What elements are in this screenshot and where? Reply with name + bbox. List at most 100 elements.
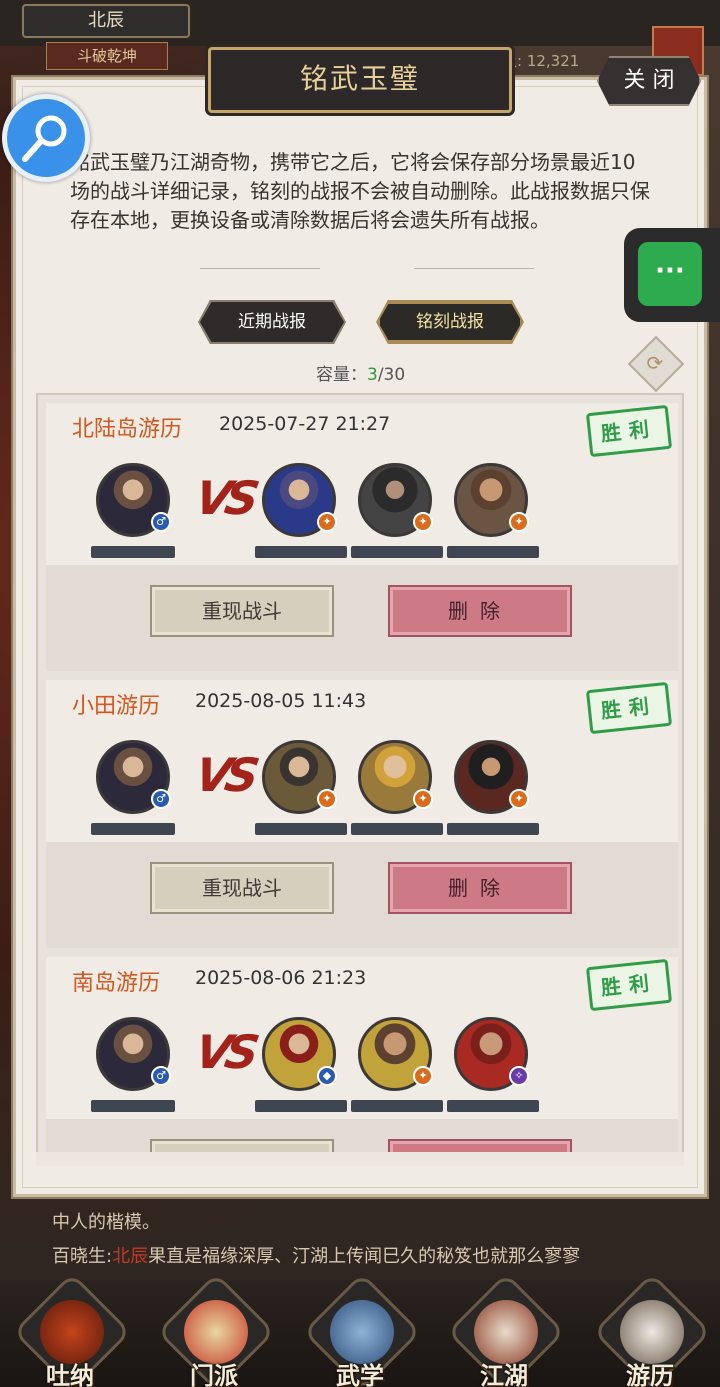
enemy-name-bar: [351, 1100, 443, 1112]
divider-right: [414, 268, 534, 274]
replay-battle-button[interactable]: 重现战斗: [150, 862, 334, 914]
record-location: 小田游历: [72, 694, 161, 719]
player-name-bar: [91, 546, 175, 558]
fire-icon: ✦: [317, 512, 337, 532]
tab-engraved-reports[interactable]: 铭刻战报: [378, 302, 522, 342]
nav-item-travel[interactable]: 游历: [592, 1272, 712, 1387]
enemy-name-bar: [255, 1100, 347, 1112]
more-button[interactable]: ···: [638, 242, 702, 306]
capacity-label: 容量：: [316, 365, 367, 385]
refresh-icon: ⟳: [646, 350, 664, 375]
fire-icon: ✦: [413, 512, 433, 532]
fire-icon: ✦: [413, 789, 433, 809]
male-icon: ♂: [151, 789, 171, 809]
story-line: 中人的楷模。: [52, 1212, 160, 1233]
enemy-avatar[interactable]: ✦: [358, 1017, 433, 1091]
fire-icon: ✦: [413, 1066, 433, 1086]
stat-readout: 土: 12,321: [502, 52, 580, 70]
enemy-name-bar: [255, 823, 347, 835]
enemy-name-bar: [447, 546, 539, 558]
enemy-avatar[interactable]: ✦: [358, 463, 433, 537]
enemy-avatar[interactable]: ✦: [358, 740, 433, 814]
dialog-description: 铭武玉璧乃江湖奇物，携带它之后，它将会保存部分场景最近10场的战斗详细记录，铭刻…: [70, 150, 650, 232]
sect-icon: [184, 1300, 248, 1364]
nav-label: 武学: [336, 1362, 384, 1387]
player-name-bar: [91, 1100, 175, 1112]
capacity-readout: 容量：3/30: [316, 360, 405, 385]
player-avatar[interactable]: ♂: [96, 1017, 171, 1091]
enemy-name-bar: [255, 546, 347, 558]
card-actions: [46, 842, 678, 948]
enemy-name-bar: [351, 546, 443, 558]
replay-battle-button[interactable]: 重现战斗: [150, 585, 334, 637]
fire-icon: ✦: [509, 512, 529, 532]
enemy-name-bar: [447, 1100, 539, 1112]
story-line: 百晓生:北辰果直是福缘深厚、汀湖上传闻巳久的秘笈也就那么寥寥: [52, 1242, 580, 1268]
record-datetime: 2025-07-27 21:27: [219, 413, 391, 435]
nav-item-sect[interactable]: 门派: [156, 1272, 276, 1387]
story-player-name: 北辰: [112, 1246, 149, 1267]
enemy-name-bar: [447, 823, 539, 835]
enemy-avatar[interactable]: ✦: [454, 740, 529, 814]
delete-record-button[interactable]: 删除: [388, 585, 572, 637]
nav-label: 门派: [190, 1362, 238, 1387]
story-speaker: 百晓生:: [52, 1246, 113, 1267]
player-title-plate: 斗破乾坤: [46, 42, 168, 70]
close-button[interactable]: 关 闭: [597, 56, 701, 106]
victory-stamp: 胜利: [585, 404, 673, 458]
martial-arts-icon: [330, 1300, 394, 1364]
player-name-plate: 北辰: [22, 4, 190, 38]
player-name-bar: [91, 823, 175, 835]
nav-label: 江湖: [480, 1362, 528, 1387]
nav-item-jianghu[interactable]: 江湖: [446, 1272, 566, 1387]
nav-item-martial-arts[interactable]: 武学: [302, 1272, 422, 1387]
enemy-avatar[interactable]: ◆: [262, 1017, 337, 1091]
player-avatar[interactable]: ♂: [96, 463, 171, 537]
battle-record-card: 南岛游历 2025-08-06 21:23 胜利 ♂ VS ◆ ✦ ✧ 重现战斗…: [46, 957, 678, 1157]
enemy-avatar[interactable]: ✧: [454, 1017, 529, 1091]
record-datetime: 2025-08-05 11:43: [195, 690, 367, 712]
battle-record-card: 北陆岛游历 2025-07-27 21:27 胜利 ♂ VS ✦ ✦ ✦ 重现战…: [46, 403, 678, 671]
male-icon: ♂: [151, 512, 171, 532]
enemy-avatar[interactable]: ✦: [454, 463, 529, 537]
battle-record-list[interactable]: 北陆岛游历 2025-07-27 21:27 胜利 ♂ VS ✦ ✦ ✦ 重现战…: [36, 393, 684, 1159]
victory-stamp: 胜利: [585, 958, 673, 1012]
card-actions: [46, 565, 678, 671]
delete-record-button[interactable]: 删除: [388, 862, 572, 914]
dialog-title-bar: 铭武玉璧: [208, 47, 512, 113]
capacity-used: 3: [367, 365, 378, 385]
record-datetime: 2025-08-06 21:23: [195, 967, 367, 989]
vs-emblem: VS: [191, 748, 258, 802]
enemy-name-bar: [351, 823, 443, 835]
vs-emblem: VS: [191, 471, 258, 525]
male-icon: ♂: [151, 1066, 171, 1086]
floating-search-button[interactable]: [2, 94, 90, 182]
list-bottom-edge: [36, 1152, 684, 1166]
bottom-nav: 吐纳 门派 武学 江湖 游历: [0, 1272, 720, 1387]
enemy-avatar[interactable]: ✦: [262, 740, 337, 814]
record-location: 南岛游历: [72, 971, 161, 996]
water-icon: ◆: [317, 1066, 337, 1086]
search-icon: [22, 115, 67, 162]
tab-recent-reports[interactable]: 近期战报: [200, 302, 344, 342]
breathing-icon: [40, 1300, 104, 1364]
jianghu-icon: [474, 1300, 538, 1364]
poison-icon: ✧: [509, 1066, 529, 1086]
fire-icon: ✦: [509, 789, 529, 809]
dialog-title: 铭武玉璧: [299, 62, 420, 95]
player-avatar[interactable]: ♂: [96, 740, 171, 814]
capacity-total: /30: [377, 365, 406, 385]
fire-icon: ✦: [317, 789, 337, 809]
divider-left: [200, 268, 320, 274]
travel-icon: [620, 1300, 684, 1364]
vs-emblem: VS: [191, 1025, 258, 1079]
record-location: 北陆岛游历: [72, 417, 183, 442]
nav-item-breathing[interactable]: 吐纳: [12, 1272, 132, 1387]
enemy-avatar[interactable]: ✦: [262, 463, 337, 537]
victory-stamp: 胜利: [585, 681, 673, 735]
battle-record-card: 小田游历 2025-08-05 11:43 胜利 ♂ VS ✦ ✦ ✦ 重现战斗…: [46, 680, 678, 948]
floating-more-panel: ···: [624, 228, 720, 322]
story-text: 果直是福缘深厚、汀湖上传闻巳久的秘笈也就那么寥寥: [148, 1246, 581, 1267]
nav-label: 游历: [626, 1362, 674, 1387]
nav-label: 吐纳: [46, 1362, 94, 1387]
